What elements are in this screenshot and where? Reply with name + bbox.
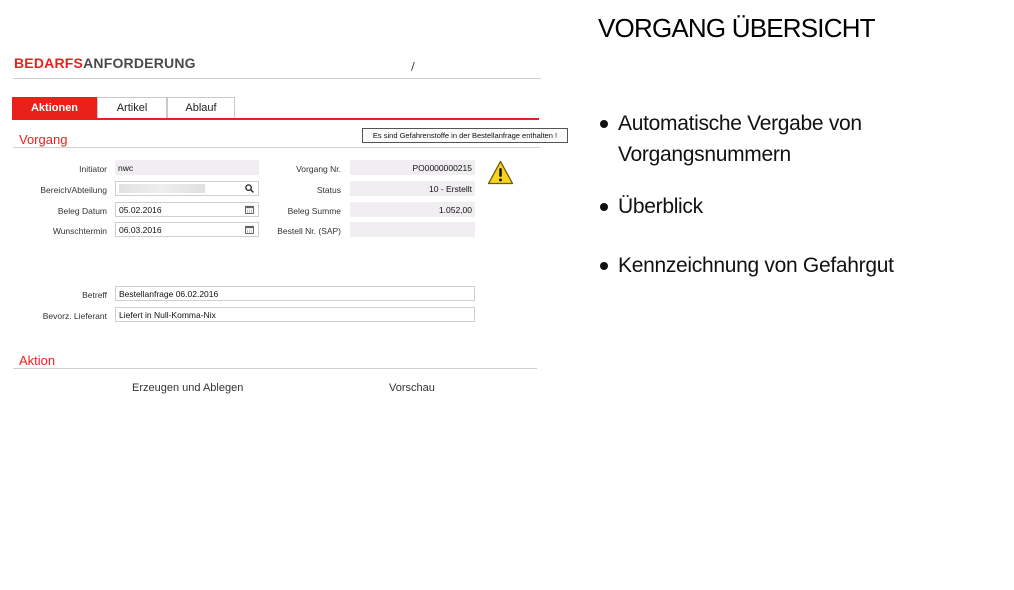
create-and-file-button[interactable]: Erzeugen und Ablegen — [132, 382, 243, 394]
bullet-dot-icon — [600, 120, 608, 128]
bullet-text: Automatische Vergabe von Vorgangsnummern — [618, 112, 862, 166]
tab-bar: Aktionen Artikel Ablauf — [12, 97, 235, 118]
status-field: 10 - Erstellt — [350, 181, 475, 196]
section-title-vorgang: Vorgang — [19, 132, 68, 147]
bullet-item: Kennzeichnung von Gefahrgut — [598, 250, 998, 281]
lieferant-label: Bevorz. Lieferant — [42, 311, 107, 321]
bullet-text: Kennzeichnung von Gefahrgut — [618, 254, 894, 277]
betreff-value: Bestellanfrage 06.02.2016 — [119, 288, 219, 299]
hazard-warning-tooltip: Es sind Gefahrenstoffe in der Bestellanf… — [362, 128, 568, 143]
beleg-datum-field[interactable]: 05.02.2016 — [115, 202, 259, 217]
wunschtermin-field[interactable]: 06.03.2016 — [115, 222, 259, 237]
tab-ablauf[interactable]: Ablauf — [167, 97, 235, 118]
app-title: BEDARFSANFORDERUNG — [14, 55, 196, 71]
bereich-field[interactable] — [115, 181, 259, 196]
vorgang-nr-value: PO0000000215 — [412, 162, 472, 173]
title-separator: / — [411, 60, 415, 73]
bestell-nr-field — [350, 222, 475, 237]
section-title-aktion: Aktion — [19, 353, 56, 368]
title-divider — [13, 78, 541, 79]
bullet-dot-icon — [600, 203, 608, 211]
bereich-label: Bereich/Abteilung — [40, 185, 107, 195]
bullet-text: Überblick — [618, 195, 703, 218]
status-label: Status — [316, 185, 341, 195]
bereich-value-redacted — [119, 184, 205, 193]
lieferant-value: Liefert in Null-Komma-Nix — [119, 309, 216, 320]
bullet-item: Überblick — [598, 191, 998, 222]
initiator-field: nwc — [115, 160, 259, 175]
beleg-summe-label: Beleg Summe — [287, 206, 341, 216]
hazard-warning-icon — [487, 160, 514, 185]
calendar-icon[interactable] — [244, 203, 255, 216]
bullet-dot-icon — [600, 262, 608, 270]
betreff-field[interactable]: Bestellanfrage 06.02.2016 — [115, 286, 475, 301]
calendar-icon[interactable] — [244, 223, 255, 236]
bullet-list: Automatische Vergabe von Vorgangsnummern… — [598, 108, 998, 281]
section-divider-aktion — [13, 368, 537, 369]
lieferant-field[interactable]: Liefert in Null-Komma-Nix — [115, 307, 475, 322]
search-icon[interactable] — [244, 182, 255, 195]
betreff-label: Betreff — [82, 290, 107, 300]
bestell-nr-label: Bestell Nr. (SAP) — [277, 226, 341, 236]
beleg-summe-field: 1.052,00 — [350, 202, 475, 217]
beleg-summe-value: 1.052,00 — [438, 204, 472, 215]
beleg-datum-label: Beleg Datum — [57, 206, 107, 216]
initiator-value: nwc — [118, 162, 134, 173]
tab-aktionen[interactable]: Aktionen — [12, 97, 97, 118]
status-value: 10 - Erstellt — [429, 183, 472, 194]
vorgang-nr-label: Vorgang Nr. — [296, 164, 341, 174]
preview-button[interactable]: Vorschau — [389, 382, 435, 394]
tab-underline — [12, 118, 539, 120]
tab-artikel[interactable]: Artikel — [97, 97, 167, 118]
section-divider-vorgang — [13, 147, 540, 148]
app-title-accent: BEDARFS — [14, 55, 84, 71]
slide-title: VORGANG ÜBERSICHT — [598, 13, 876, 43]
beleg-datum-value: 05.02.2016 — [119, 204, 162, 215]
wunschtermin-value: 06.03.2016 — [119, 224, 162, 235]
vorgang-nr-field: PO0000000215 — [350, 160, 475, 175]
wunschtermin-label: Wunschtermin — [52, 226, 107, 236]
app-title-rest: ANFORDERUNG — [83, 55, 196, 71]
app-window: BEDARFSANFORDERUNG / Aktionen Artikel Ab… — [0, 0, 568, 420]
bullet-item: Automatische Vergabe von Vorgangsnummern — [598, 108, 998, 170]
initiator-label: Initiator — [79, 164, 107, 174]
